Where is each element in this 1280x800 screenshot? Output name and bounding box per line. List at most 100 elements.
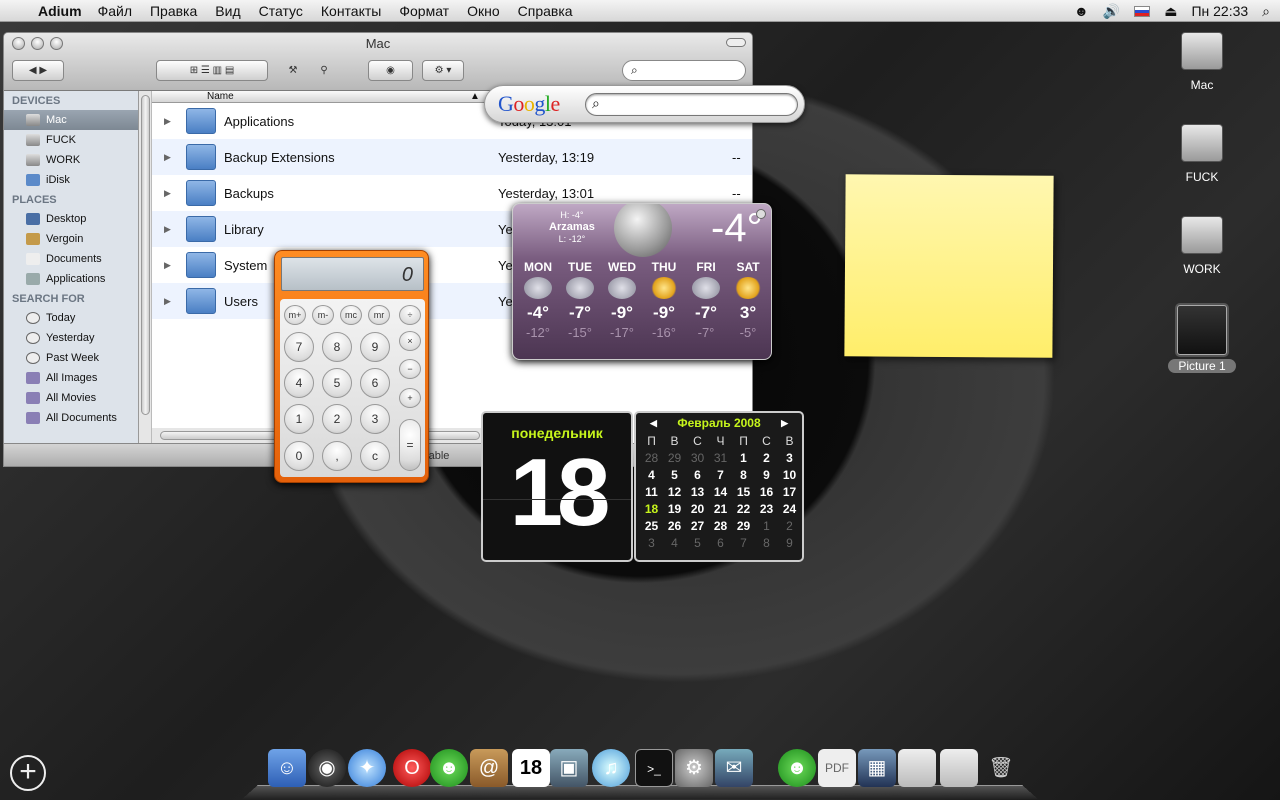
action-menu-button[interactable]: ⚙ ▾ — [422, 60, 464, 81]
opera-dock-icon[interactable]: O — [393, 749, 431, 787]
key-8[interactable]: 8 — [322, 332, 352, 362]
desktop-icon-work[interactable]: WORK — [1162, 216, 1242, 276]
key-6[interactable]: 6 — [360, 368, 390, 398]
sidebar-item-yesterday[interactable]: Yesterday — [4, 328, 138, 348]
menu-file[interactable]: Файл — [98, 3, 132, 19]
menu-window[interactable]: Окно — [467, 3, 500, 19]
clear-button[interactable]: c — [360, 441, 390, 471]
sidebar-item-all-images[interactable]: All Images — [4, 368, 138, 388]
toolbar-toggle-button[interactable] — [726, 38, 746, 47]
sidebar-heading-search[interactable]: SEARCH FOR — [4, 289, 138, 308]
key-7[interactable]: 7 — [284, 332, 314, 362]
sticky-note[interactable] — [844, 174, 1054, 358]
finder-dock-icon[interactable]: ☺ — [268, 749, 306, 787]
disclosure-triangle-icon[interactable]: ▶ — [164, 188, 171, 199]
volume-icon[interactable]: 🔊 — [1103, 3, 1120, 20]
disclosure-triangle-icon[interactable]: ▶ — [164, 224, 171, 235]
safari-dock-icon[interactable]: ✦ — [348, 749, 386, 787]
search-tool-icon[interactable]: ⚲ — [313, 60, 335, 81]
menu-edit[interactable]: Правка — [150, 3, 197, 19]
adium-status-icon[interactable]: ☻ — [1074, 3, 1089, 19]
menu-contacts[interactable]: Контакты — [321, 3, 381, 19]
window-thumbnail-dock-icon[interactable]: ▦ — [858, 749, 896, 787]
add-button[interactable]: + — [399, 388, 421, 408]
key-5[interactable]: 5 — [322, 368, 352, 398]
sidebar-item-applications[interactable]: Applications — [4, 269, 138, 289]
sidebar-item-all-movies[interactable]: All Movies — [4, 388, 138, 408]
sidebar-item-fuck[interactable]: FUCK — [4, 130, 138, 150]
itunes-dock-icon[interactable]: ♫ — [592, 749, 630, 787]
desktop-icon-fuck[interactable]: FUCK — [1162, 124, 1242, 184]
sidebar-item-past-week[interactable]: Past Week — [4, 348, 138, 368]
sidebar-item-mac[interactable]: Mac — [4, 110, 138, 130]
decimal-button[interactable]: , — [322, 441, 352, 471]
spotlight-icon[interactable]: ⌕ — [1262, 3, 1270, 20]
input-language-icon[interactable] — [1134, 5, 1151, 17]
memory-add-button[interactable]: m+ — [284, 305, 306, 325]
multiply-button[interactable]: × — [399, 331, 421, 351]
finder-search-field[interactable]: ⌕ — [622, 60, 746, 81]
sidebar-item-idisk[interactable]: iDisk — [4, 170, 138, 190]
prev-month-icon[interactable]: ◀ — [650, 413, 657, 433]
menu-view[interactable]: Вид — [215, 3, 240, 19]
divide-button[interactable]: ÷ — [399, 305, 421, 325]
equals-button[interactable]: = — [399, 419, 421, 471]
system-preferences-dock-icon[interactable]: ⚙ — [675, 749, 713, 787]
sidebar-item-desktop[interactable]: Desktop — [4, 209, 138, 229]
quick-look-button[interactable]: ◉ — [368, 60, 413, 81]
iphoto-dock-icon[interactable]: ▣ — [550, 749, 588, 787]
key-1[interactable]: 1 — [284, 404, 314, 434]
terminal-dock-icon[interactable]: >_ — [635, 749, 673, 787]
address-book-dock-icon[interactable]: @ — [470, 749, 508, 787]
menubar-clock[interactable]: Пн 22:33 — [1191, 3, 1248, 19]
menu-status[interactable]: Статус — [259, 3, 303, 19]
dashboard-dock-icon[interactable]: ◉ — [308, 749, 346, 787]
minimized-window-dock-icon[interactable] — [898, 749, 936, 787]
next-month-icon[interactable]: ▶ — [781, 413, 788, 433]
sidebar-item-vergoin[interactable]: Vergoin — [4, 229, 138, 249]
menu-format[interactable]: Формат — [399, 3, 449, 19]
ical-dock-icon[interactable]: 18 — [512, 749, 550, 787]
sort-arrow-icon[interactable]: ▲ — [470, 91, 480, 102]
desktop-icon-mac[interactable]: Mac — [1162, 32, 1242, 92]
info-button[interactable] — [756, 209, 766, 219]
mail-dock-icon[interactable]: ✉ — [715, 749, 753, 787]
disclosure-triangle-icon[interactable]: ▶ — [164, 260, 171, 271]
google-search-input[interactable]: ⌕ — [585, 93, 798, 116]
disclosure-triangle-icon[interactable]: ▶ — [164, 152, 171, 163]
table-row[interactable]: ▶ Backup Extensions Yesterday, 13:19 -- — [152, 139, 752, 175]
pdf-document-dock-icon[interactable]: PDF — [818, 749, 856, 787]
adium-duck-dock-icon[interactable]: ☻ — [778, 749, 816, 787]
key-0[interactable]: 0 — [284, 441, 314, 471]
sidebar-item-all-documents[interactable]: All Documents — [4, 408, 138, 428]
menu-help[interactable]: Справка — [518, 3, 573, 19]
subtract-button[interactable]: − — [399, 359, 421, 379]
sidebar-scrollbar[interactable] — [139, 91, 152, 443]
minimized-window-dock-icon[interactable] — [940, 749, 978, 787]
sidebar-item-today[interactable]: Today — [4, 308, 138, 328]
desktop-icon-picture[interactable]: Picture 1 — [1162, 305, 1242, 373]
back-forward-buttons[interactable]: ◀ ▶ — [12, 60, 64, 81]
memory-subtract-button[interactable]: m- — [312, 305, 334, 325]
view-mode-buttons[interactable]: ⊞ ☰ ▥ ▤ — [156, 60, 268, 81]
burn-icon[interactable]: ⚒ — [282, 60, 304, 81]
key-9[interactable]: 9 — [360, 332, 390, 362]
sidebar-item-work[interactable]: WORK — [4, 150, 138, 170]
sidebar-item-documents[interactable]: Documents — [4, 249, 138, 269]
sidebar-heading-devices[interactable]: DEVICES — [4, 91, 138, 110]
key-2[interactable]: 2 — [322, 404, 352, 434]
menu-app-name[interactable]: Adium — [38, 3, 82, 19]
adium-dock-icon[interactable]: ☻ — [430, 749, 468, 787]
memory-clear-button[interactable]: mc — [340, 305, 362, 325]
column-header-name[interactable]: Name — [207, 91, 234, 102]
sidebar-heading-places[interactable]: PLACES — [4, 190, 138, 209]
eject-icon[interactable]: ⏏ — [1164, 3, 1177, 20]
disclosure-triangle-icon[interactable]: ▶ — [164, 116, 171, 127]
scrollbar-thumb[interactable] — [141, 95, 150, 415]
key-3[interactable]: 3 — [360, 404, 390, 434]
trash-dock-icon[interactable]: 🗑 — [982, 749, 1020, 787]
add-widget-button[interactable]: + — [10, 755, 46, 791]
memory-recall-button[interactable]: mr — [368, 305, 390, 325]
key-4[interactable]: 4 — [284, 368, 314, 398]
disclosure-triangle-icon[interactable]: ▶ — [164, 296, 171, 307]
